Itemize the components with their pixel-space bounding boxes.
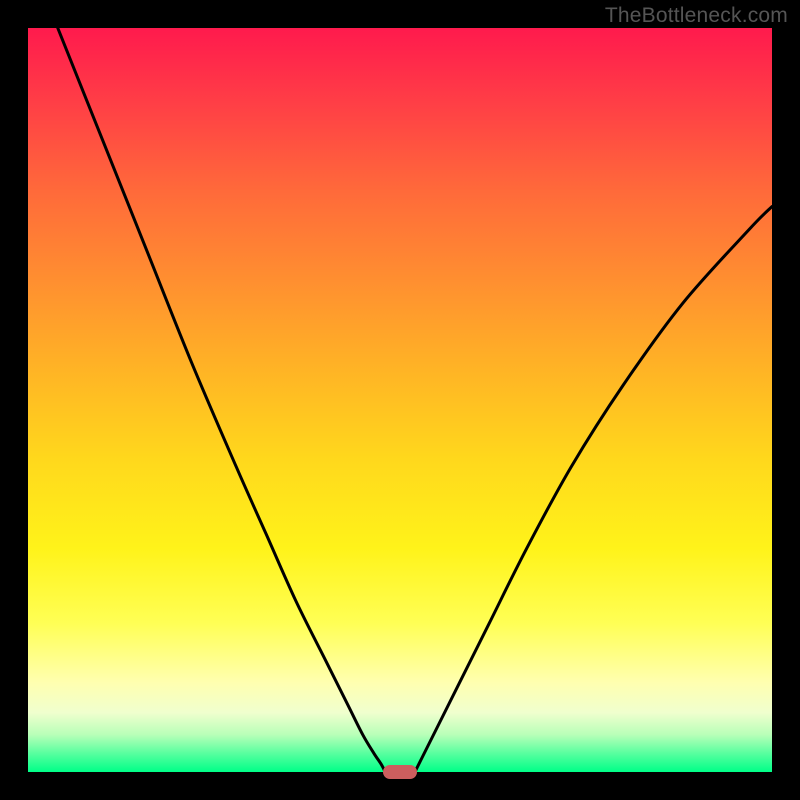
curve-left-branch [58,28,385,772]
chart-frame: TheBottleneck.com [0,0,800,800]
bottleneck-curve [28,28,772,772]
watermark-text: TheBottleneck.com [605,4,788,28]
minimum-marker [383,765,417,779]
curve-right-branch [415,207,772,772]
plot-area [28,28,772,772]
